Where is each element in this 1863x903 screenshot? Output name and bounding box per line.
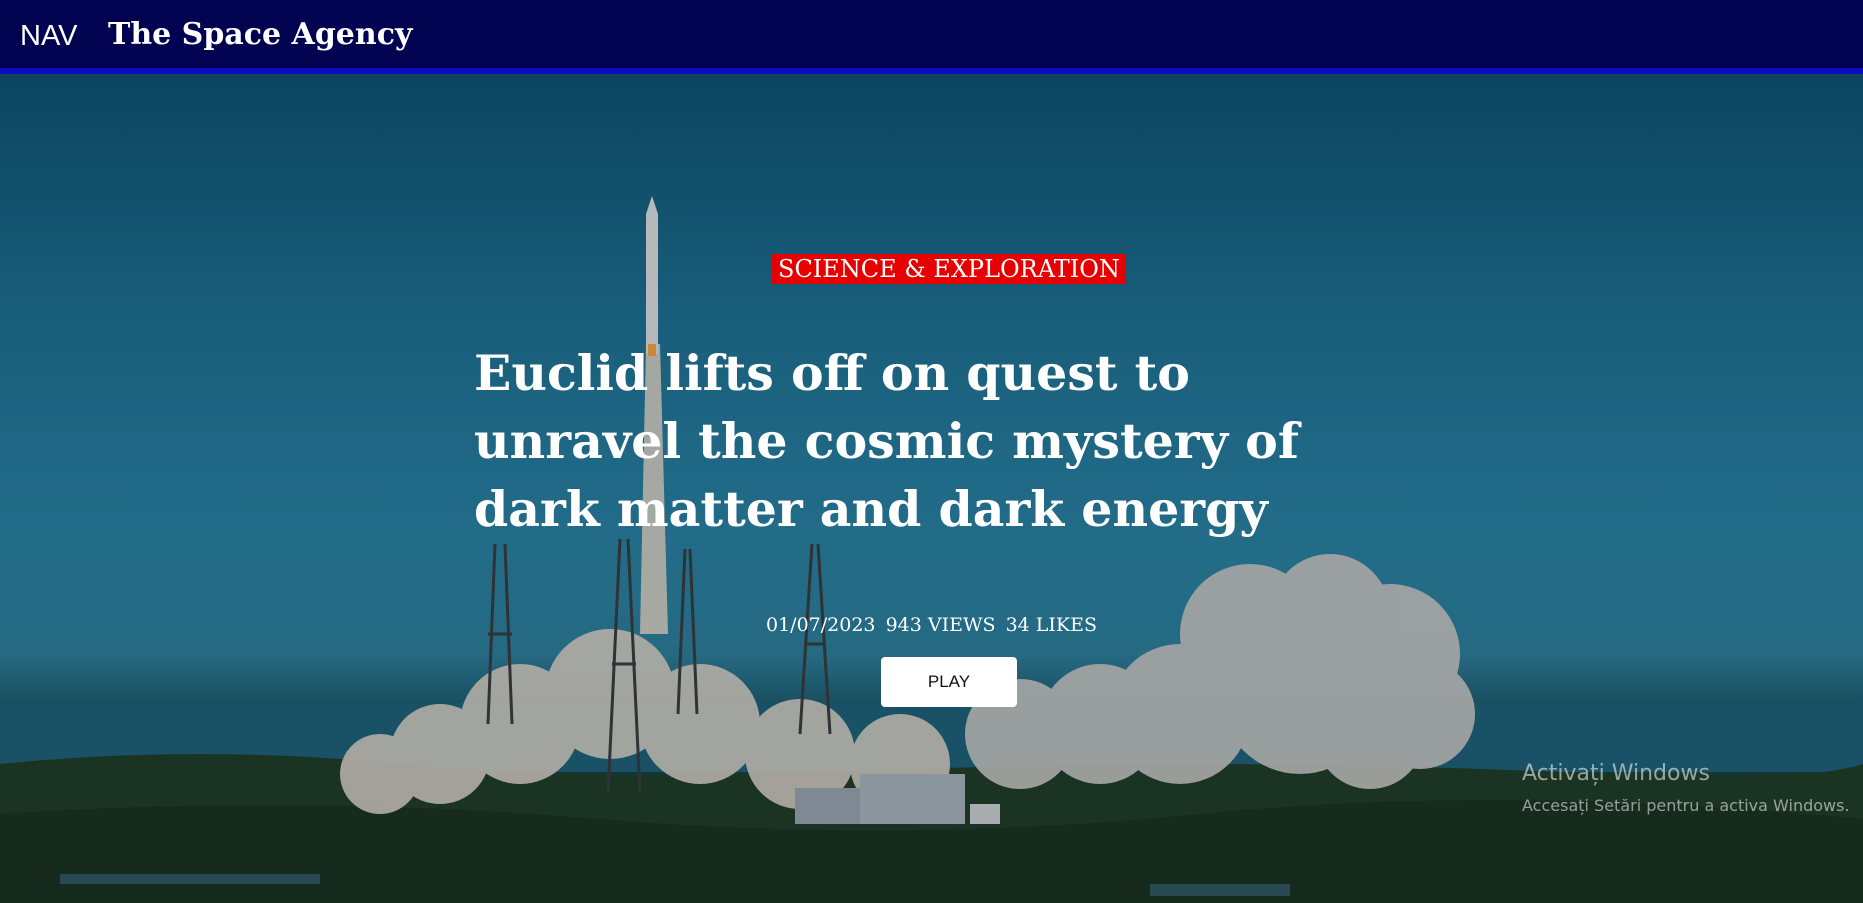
- nav-menu-button[interactable]: NAV: [20, 20, 77, 53]
- article-likes: 34 LIKES: [1005, 614, 1097, 636]
- article-date: 01/07/2023: [766, 614, 876, 636]
- category-badge[interactable]: SCIENCE & EXPLORATION: [772, 254, 1126, 284]
- windows-activation-subtitle: Accesați Setări pentru a activa Windows.: [1522, 796, 1850, 815]
- windows-activation-title: Activați Windows: [1522, 761, 1710, 786]
- site-title[interactable]: The Space Agency: [108, 17, 412, 52]
- top-navigation-bar: NAV The Space Agency: [0, 0, 1863, 74]
- article-views: 943 VIEWS: [885, 614, 996, 636]
- article-meta: 01/07/2023 943 VIEWS 34 LIKES: [0, 614, 1863, 636]
- article-headline[interactable]: Euclid lifts off on quest to unravel the…: [474, 339, 1414, 543]
- play-button[interactable]: PLAY: [881, 657, 1017, 707]
